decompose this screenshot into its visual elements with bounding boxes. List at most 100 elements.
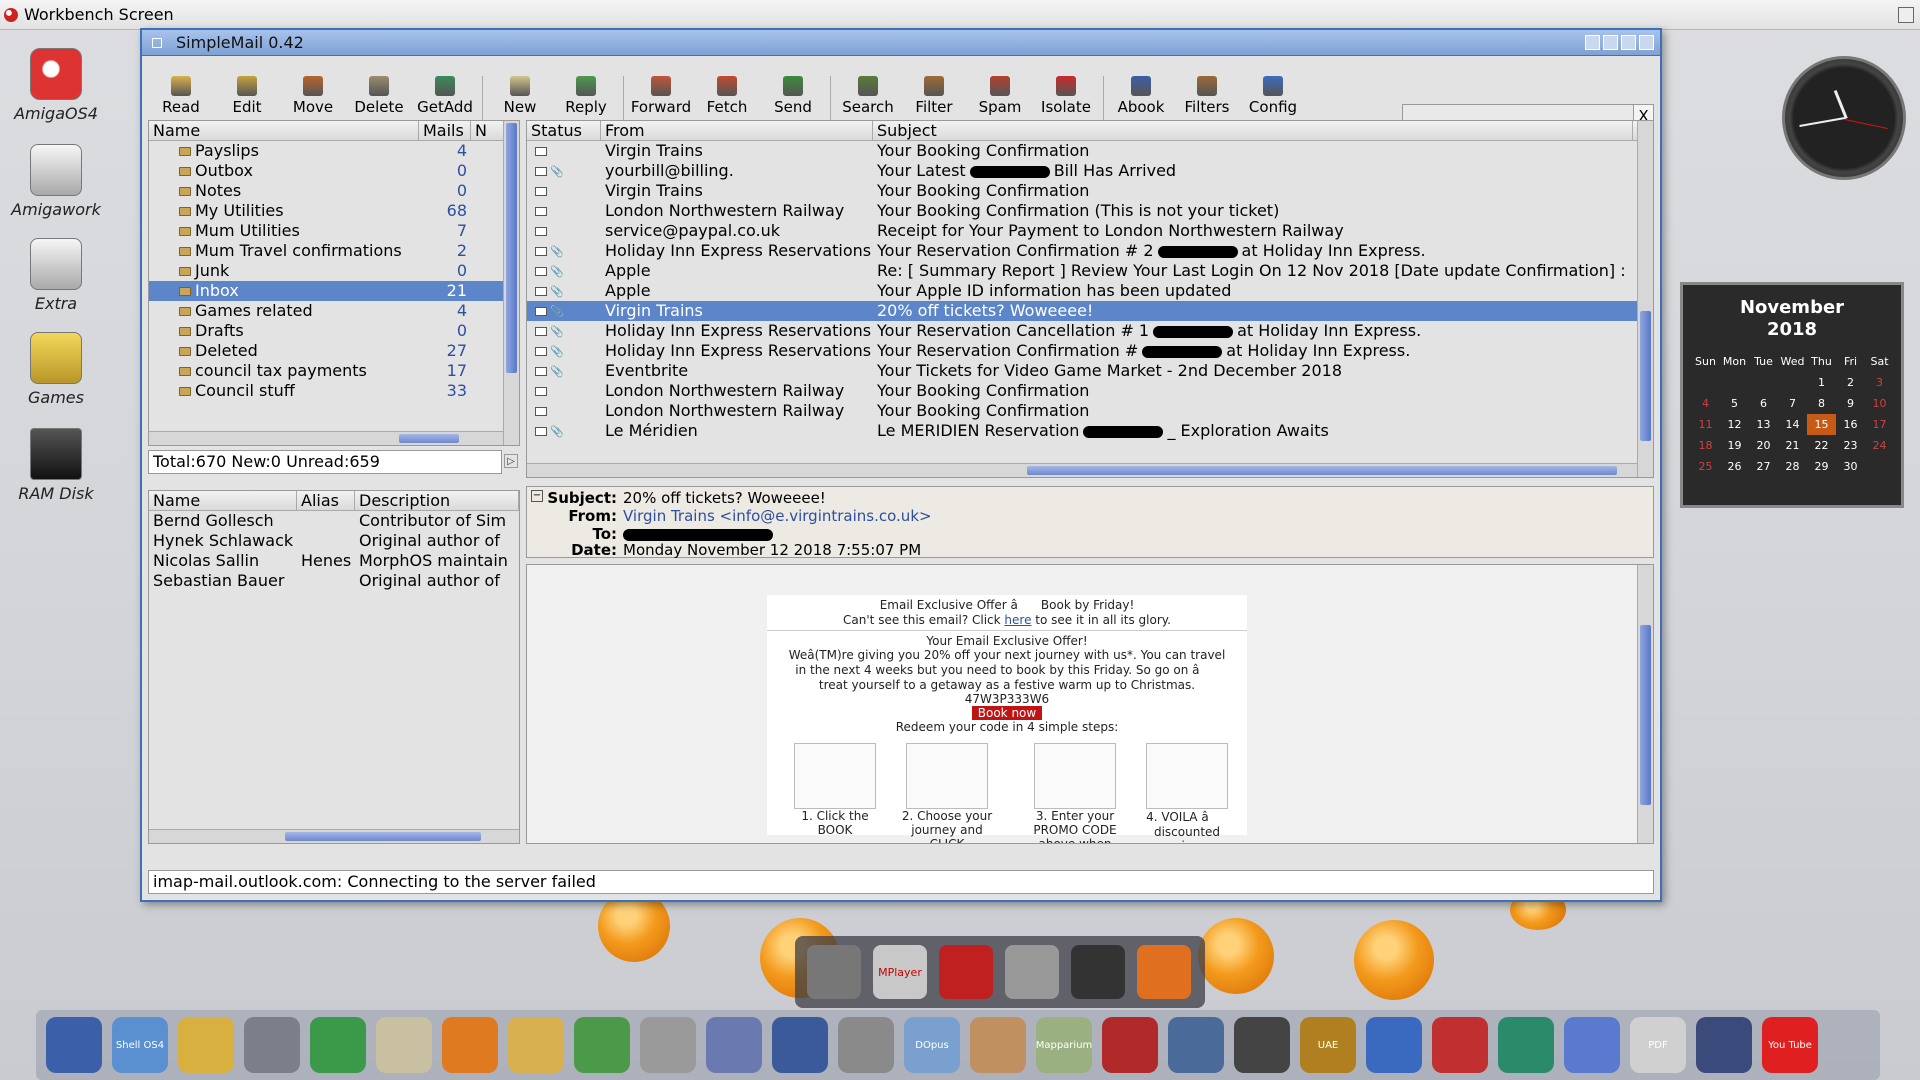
- video-edit-icon[interactable]: [706, 1017, 762, 1073]
- calendar-day[interactable]: [1778, 372, 1807, 393]
- column-header-from[interactable]: From: [601, 121, 873, 140]
- reply-button[interactable]: Reply: [553, 62, 619, 116]
- message-scroll-thumb[interactable]: [1640, 311, 1651, 441]
- calendar-day[interactable]: 19: [1720, 435, 1749, 456]
- fetch-button[interactable]: Fetch: [694, 62, 760, 116]
- desktop-icon-amigaos4[interactable]: AmigaOS4: [0, 48, 112, 123]
- folder-list-vscroll[interactable]: [503, 121, 519, 445]
- folder-item[interactable]: Inbox 21: [149, 281, 519, 301]
- folder-icon[interactable]: [508, 1017, 564, 1073]
- message-row[interactable]: 📎 Holiday Inn Express Reservations Your Re…: [527, 241, 1653, 261]
- window-snapshot-gadget[interactable]: [1603, 35, 1618, 50]
- calendar-day[interactable]: [1749, 372, 1778, 393]
- folder-item[interactable]: Mum Utilities 7: [149, 221, 519, 241]
- mail-body-vscroll[interactable]: [1637, 565, 1653, 843]
- screen-depth-gadget[interactable]: [1898, 7, 1914, 23]
- message-list-vscroll[interactable]: [1637, 121, 1653, 477]
- calendar-day[interactable]: 3: [1865, 372, 1894, 393]
- move-button[interactable]: Move: [280, 62, 346, 116]
- desktop-icon-extra[interactable]: Extra: [0, 238, 112, 313]
- window-iconify-gadget[interactable]: [1585, 35, 1600, 50]
- record-icon[interactable]: [772, 1017, 828, 1073]
- calendar-day[interactable]: 8: [1807, 393, 1836, 414]
- window-title-bar[interactable]: SimpleMail 0.42: [142, 30, 1660, 56]
- addressbook-entry[interactable]: Sebastian Bauer Original author of: [149, 571, 519, 591]
- clapper-icon[interactable]: [1071, 945, 1125, 999]
- message-hscroll-thumb[interactable]: [1027, 466, 1617, 475]
- folder-totals-arrow-button[interactable]: ▷: [504, 454, 518, 468]
- calendar-day[interactable]: 29: [1807, 456, 1836, 477]
- calendar-day[interactable]: 14: [1778, 414, 1807, 435]
- calendar-day[interactable]: 17: [1865, 414, 1894, 435]
- message-row[interactable]: Virgin Trains Your Booking Confirmation: [527, 181, 1653, 201]
- bag-icon[interactable]: [1102, 1017, 1158, 1073]
- message-row[interactable]: service@paypal.co.uk Receipt for Your Pay…: [527, 221, 1653, 241]
- search-button[interactable]: Search: [835, 62, 901, 116]
- blender-icon[interactable]: [442, 1017, 498, 1073]
- calendar-day[interactable]: 28: [1778, 456, 1807, 477]
- window-close-gadget[interactable]: [152, 37, 162, 48]
- message-row[interactable]: 📎 Apple Your Apple ID information has been…: [527, 281, 1653, 301]
- mail-body-scroll-thumb[interactable]: [1640, 625, 1651, 805]
- screen-icon[interactable]: [1696, 1017, 1752, 1073]
- magnifier-icon[interactable]: [970, 1017, 1026, 1073]
- column-header-description[interactable]: Description: [355, 491, 519, 510]
- getadd-button[interactable]: GetAdd: [412, 62, 478, 116]
- folder-list-hscroll[interactable]: [149, 431, 503, 445]
- camera-icon[interactable]: [640, 1017, 696, 1073]
- addressbook-entry[interactable]: Bernd Gollesch Contributor of Sim: [149, 511, 519, 531]
- folder-item[interactable]: Outbox 0: [149, 161, 519, 181]
- folder-item[interactable]: Deleted 27: [149, 341, 519, 361]
- calendar-day[interactable]: 23: [1836, 435, 1865, 456]
- dopus-icon[interactable]: DOpus: [904, 1017, 960, 1073]
- book-now-button[interactable]: Book now: [971, 706, 1043, 720]
- desktop-icon-games[interactable]: Games: [0, 332, 112, 407]
- folder-item[interactable]: Games related 4: [149, 301, 519, 321]
- calendar-day[interactable]: [1865, 456, 1894, 477]
- send-button[interactable]: Send: [760, 62, 826, 116]
- message-row[interactable]: 📎 Virgin Trains 20% off tickets? Woweeee!: [527, 301, 1653, 321]
- calendar-day[interactable]: 13: [1749, 414, 1778, 435]
- addressbook-entry[interactable]: Hynek Schlawack Original author of: [149, 531, 519, 551]
- calendar-day[interactable]: 10: [1865, 393, 1894, 414]
- pdf-icon[interactable]: PDF: [1630, 1017, 1686, 1073]
- addressbook-hscroll[interactable]: [149, 829, 519, 843]
- cd-icon[interactable]: [178, 1017, 234, 1073]
- read-button[interactable]: Read: [148, 62, 214, 116]
- column-header-mails[interactable]: Mails: [419, 121, 471, 140]
- forward-button[interactable]: Forward: [628, 62, 694, 116]
- message-row[interactable]: 📎 Le Méridien Le MERIDIEN Reservation _ Exp…: [527, 421, 1653, 441]
- calendar-day[interactable]: 12: [1720, 414, 1749, 435]
- folder-scroll-thumb[interactable]: [506, 123, 517, 373]
- abook-button[interactable]: Abook: [1108, 62, 1174, 116]
- calendar-day[interactable]: 30: [1836, 456, 1865, 477]
- message-row[interactable]: Virgin Trains Your Booking Confirmation: [527, 141, 1653, 161]
- calendar-day[interactable]: 5: [1720, 393, 1749, 414]
- folder-item[interactable]: Notes 0: [149, 181, 519, 201]
- mplayer-icon[interactable]: MPlayer: [873, 945, 927, 999]
- folder-item[interactable]: Council stuff 33: [149, 381, 519, 401]
- calendar-day[interactable]: 18: [1691, 435, 1720, 456]
- calendar-day[interactable]: [1691, 372, 1720, 393]
- folder-item[interactable]: council tax payments 17: [149, 361, 519, 381]
- joystick-icon[interactable]: [1234, 1017, 1290, 1073]
- from-value[interactable]: Virgin Trains <info@e.virgintrains.co.uk…: [623, 507, 932, 525]
- monitor-icon[interactable]: [1168, 1017, 1224, 1073]
- calendar-day[interactable]: 16: [1836, 414, 1865, 435]
- message-row[interactable]: 📎 Holiday Inn Express Reservations Your Re…: [527, 321, 1653, 341]
- calendar-day[interactable]: 22: [1807, 435, 1836, 456]
- calendar-day[interactable]: 4: [1691, 393, 1720, 414]
- boing-icon[interactable]: [939, 945, 993, 999]
- calendar-day[interactable]: 21: [1778, 435, 1807, 456]
- message-row[interactable]: London Northwestern Railway Your Booking …: [527, 201, 1653, 221]
- calendar-day[interactable]: 20: [1749, 435, 1778, 456]
- calendar-day[interactable]: 24: [1865, 435, 1894, 456]
- message-list-hscroll[interactable]: [527, 463, 1637, 477]
- globe-icon[interactable]: [1498, 1017, 1554, 1073]
- uae-icon[interactable]: UAE: [1300, 1017, 1356, 1073]
- calendar-day[interactable]: 2: [1836, 372, 1865, 393]
- addressbook-hscroll-thumb[interactable]: [285, 832, 481, 841]
- filter-button[interactable]: Filter: [901, 62, 967, 116]
- shell-icon[interactable]: Shell OS4: [112, 1017, 168, 1073]
- column-header-status[interactable]: Status: [527, 121, 601, 140]
